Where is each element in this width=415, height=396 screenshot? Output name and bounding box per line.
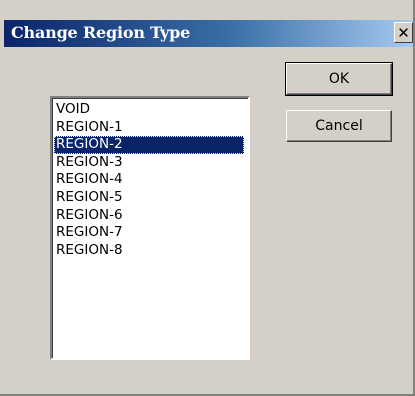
list-item-region-3[interactable]: REGION-3 [54,154,244,172]
list-item-region-8[interactable]: REGION-8 [54,242,244,260]
cancel-button[interactable]: Cancel [286,110,392,142]
close-button[interactable]: ✕ [394,22,413,43]
list-item-region-1[interactable]: REGION-1 [54,119,244,137]
list-item-void[interactable]: VOID [54,101,244,119]
title-bar[interactable]: Change Region Type ✕ [4,20,413,47]
change-region-type-dialog: Change Region Type ✕ VOID REGION-1 REGIO… [0,0,415,396]
ok-button[interactable]: OK [285,62,393,96]
close-icon: ✕ [397,23,410,42]
region-type-listbox[interactable]: VOID REGION-1 REGION-2 REGION-3 REGION-4… [50,96,250,360]
list-item-region-6[interactable]: REGION-6 [54,207,244,225]
list-item-region-4[interactable]: REGION-4 [54,171,244,189]
list-item-region-2[interactable]: REGION-2 [54,136,244,154]
dialog-title: Change Region Type [11,23,191,42]
list-item-region-5[interactable]: REGION-5 [54,189,244,207]
list-item-region-7[interactable]: REGION-7 [54,224,244,242]
